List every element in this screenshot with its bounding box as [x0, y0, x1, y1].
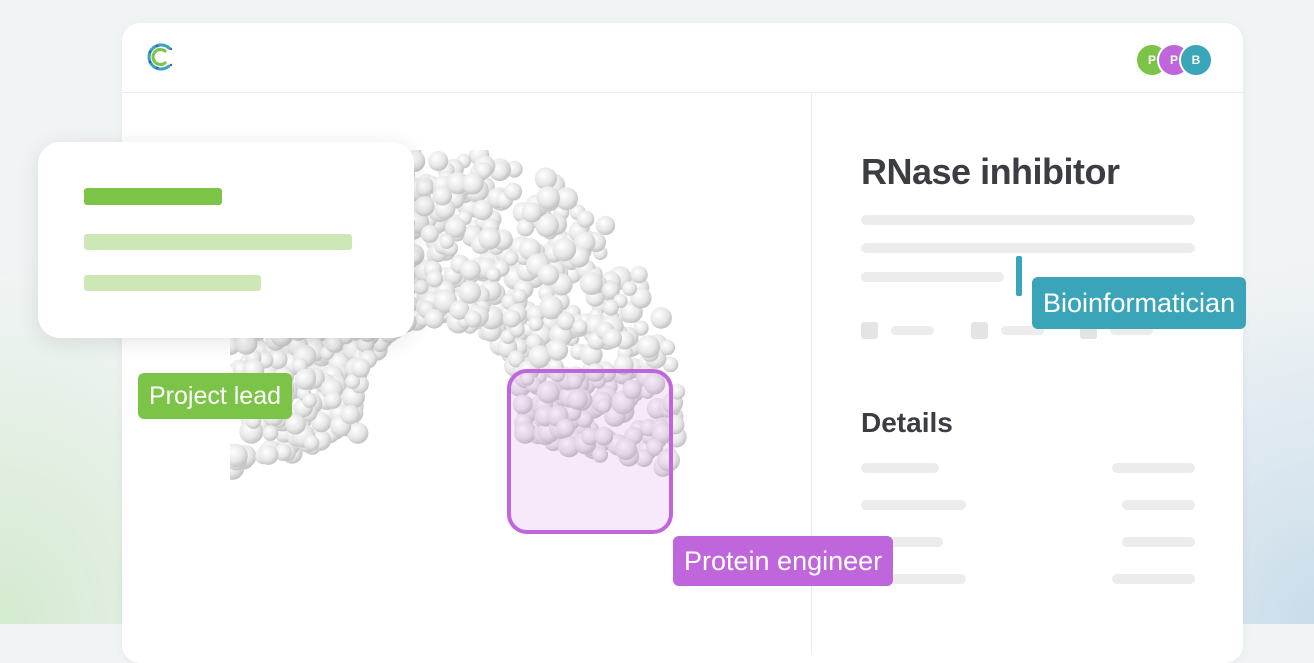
atom-sphere	[350, 358, 371, 378]
atom-sphere	[415, 179, 434, 197]
atom-sphere	[595, 215, 616, 236]
notes-card[interactable]	[38, 142, 414, 338]
detail-label-placeholder	[861, 463, 939, 473]
page-title: RNase inhibitor	[861, 151, 1120, 192]
atom-sphere	[340, 405, 360, 425]
atom-sphere	[464, 310, 482, 328]
selection-region[interactable]	[507, 369, 673, 534]
atom-sphere	[258, 444, 279, 465]
text-placeholder	[861, 272, 1004, 282]
atom-sphere	[659, 339, 676, 356]
atom-sphere	[536, 186, 560, 210]
meta-text-placeholder	[891, 326, 934, 335]
atom-sphere	[294, 368, 316, 390]
card-line-bar	[84, 275, 261, 291]
detail-value-placeholder	[1122, 500, 1195, 510]
atom-sphere	[552, 237, 577, 262]
atom-sphere	[302, 393, 317, 408]
atom-sphere	[537, 264, 560, 286]
atom-sphere	[602, 328, 623, 349]
avatar-initial: P	[1169, 53, 1178, 67]
atom-sphere	[556, 312, 575, 331]
card-title-bar	[84, 188, 222, 205]
atom-sphere	[462, 172, 484, 195]
text-placeholder	[861, 243, 1195, 253]
avatar-initial: B	[1191, 53, 1201, 67]
atom-sphere	[413, 279, 429, 295]
text-placeholder	[861, 215, 1195, 225]
text-cursor	[1016, 256, 1022, 296]
detail-value-placeholder	[1122, 537, 1195, 547]
atom-sphere	[472, 199, 493, 221]
atom-sphere	[504, 182, 523, 201]
atom-sphere	[534, 167, 557, 190]
bioinformatician-tag: Bioinformatician	[1032, 277, 1247, 329]
atom-sphere	[528, 316, 544, 332]
detail-label-placeholder	[861, 500, 966, 510]
atom-sphere	[572, 319, 588, 335]
atom-sphere	[486, 267, 501, 282]
atom-sphere	[428, 151, 449, 171]
meta-icon-placeholder	[861, 322, 878, 339]
atom-sphere	[512, 289, 527, 304]
atom-sphere	[478, 227, 501, 250]
atom-sphere	[324, 391, 342, 409]
atom-sphere	[622, 281, 637, 296]
atom-sphere	[420, 224, 439, 243]
atom-sphere	[426, 270, 444, 288]
atom-sphere	[458, 280, 482, 304]
top-bar: P P B	[122, 23, 1243, 93]
atom-sphere	[630, 266, 648, 284]
detail-value-placeholder	[1112, 574, 1195, 584]
avatar-bioinformatician[interactable]: B	[1179, 43, 1213, 77]
detail-value-placeholder	[1112, 463, 1195, 473]
atom-sphere	[547, 339, 569, 361]
atom-sphere	[460, 259, 481, 281]
atom-sphere	[637, 335, 661, 359]
avatar-initial: P	[1147, 53, 1156, 67]
atom-sphere	[521, 202, 543, 223]
protein-engineer-tag: Protein engineer	[673, 536, 894, 586]
atom-sphere	[303, 435, 320, 451]
card-line-bar	[84, 234, 352, 250]
atom-sphere	[432, 186, 453, 206]
atom-sphere	[650, 307, 672, 329]
atom-sphere	[502, 309, 521, 328]
atom-sphere	[262, 425, 279, 441]
details-heading: Details	[861, 407, 953, 438]
atom-sphere	[503, 250, 519, 266]
meta-icon-placeholder	[971, 322, 988, 339]
atom-sphere	[576, 210, 595, 228]
project-lead-tag: Project lead	[138, 373, 293, 419]
atom-sphere	[439, 234, 455, 249]
atom-sphere	[424, 309, 444, 329]
atom-sphere	[414, 196, 435, 217]
atom-sphere	[602, 299, 619, 316]
app-logo-icon[interactable]	[144, 40, 178, 74]
atom-sphere	[579, 271, 603, 295]
